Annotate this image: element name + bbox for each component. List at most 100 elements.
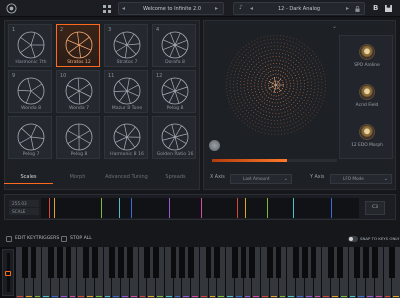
particle-orb[interactable] [222,31,330,139]
fx-knob-1[interactable] [359,44,375,60]
scale-tile-name: Harmonic 7th [15,60,47,65]
black-key[interactable] [56,247,63,278]
pitch-wheel-handle[interactable] [5,271,11,276]
black-key[interactable] [48,247,54,278]
black-key[interactable] [205,247,212,278]
scale-tile[interactable]: 1 Harmonic 7th [8,24,52,67]
prev-arrow-icon[interactable]: ◂ [250,5,253,12]
fx-knob-2[interactable] [359,84,375,100]
scale-tile[interactable]: Golden Ratio 16 [152,116,196,159]
preset-left-label: Welcome to Infinite 2.0 [143,6,201,12]
black-key[interactable] [170,247,177,278]
scale-wheel-icon [65,31,93,59]
tab-spreads[interactable]: Spreads [151,172,200,184]
x-axis-value: Last Amount [243,176,270,181]
edit-keytriggers-checkbox[interactable] [6,236,12,242]
black-key[interactable] [231,247,238,278]
black-key[interactable] [275,247,282,278]
scale-tile[interactable]: 12 Pelog 8 [152,70,196,113]
y-axis-label: Y Axis [310,175,325,180]
scale-tile[interactable]: 3 Stratos 7 [104,24,148,67]
black-key[interactable] [91,247,98,278]
snap-keys-toggle[interactable] [348,236,358,242]
scale-tile[interactable]: 10 Wonda 7 [56,70,100,113]
fx-label-2: Acrid Field [355,103,379,108]
x-axis-select[interactable]: Last Amount ⌄ [230,174,292,184]
scale-tile[interactable]: 9 Wonda 8 [8,70,52,113]
black-key[interactable] [336,247,343,278]
tab-morph[interactable]: Morph [53,172,102,184]
black-key[interactable] [65,247,72,278]
scale-tile[interactable]: Pelog 8 [56,116,100,159]
collapse-chevron-icon[interactable]: ⌄ [332,23,337,30]
black-key[interactable] [214,247,221,278]
fx-knob-3[interactable] [359,124,375,140]
black-key[interactable] [126,247,133,278]
scale-tile-number: 3 [108,27,112,33]
stop-all-checkbox[interactable] [61,236,67,242]
prev-arrow-icon[interactable]: ◂ [122,5,125,12]
black-key[interactable] [30,247,37,278]
black-key[interactable] [363,247,369,278]
lock-icon[interactable] [355,6,360,12]
scale-tile-name: Harmonic 8 16 [110,152,144,157]
scale-tile[interactable]: 2 Stratos 12 [56,24,100,67]
chevron-down-icon: ⌄ [383,176,388,182]
black-key[interactable] [310,247,317,278]
black-key[interactable] [109,247,116,278]
preset-selector-right[interactable]: ♪ ◂ 12 - Dark Analog ▸ [233,2,365,15]
b-icon[interactable]: B [373,4,378,12]
scale-tile[interactable]: 4 Dorafa 8 [152,24,196,67]
spectrum-display[interactable] [41,198,359,218]
black-key[interactable] [153,247,159,278]
black-key[interactable] [328,247,334,278]
preset-selector-left[interactable]: ◂ Welcome to Infinite 2.0 ▸ [118,2,224,15]
scale-tile[interactable]: Pelog 7 [8,116,52,159]
black-key[interactable] [83,247,89,278]
scales-tab-bar: Scales Morph Advanced Tuning Spreads [4,172,200,184]
black-key[interactable] [179,247,186,278]
scale-wheel-icon [17,123,45,151]
scale-tile[interactable]: Harmonic 8 16 [104,116,148,159]
black-key[interactable] [266,247,273,278]
black-key[interactable] [144,247,151,278]
strip-scale-label[interactable]: SCALE [9,208,39,215]
pitch-wheel[interactable] [2,249,14,296]
black-key[interactable] [249,247,256,278]
fx-column: SPO Aroline Acrid Field 12 EDO Morph [339,35,393,159]
fx-label-3: 12 EDO Morph [351,143,383,148]
spectrum-line [237,198,238,218]
scale-tile[interactable]: 11 Mazur 8 Tone [104,70,148,113]
scales-panel: 1 Harmonic 7th 2 Stratos 12 3 Stratos 7 4 Doraf… [4,20,200,190]
next-arrow-icon[interactable]: ▸ [346,5,349,12]
black-key[interactable] [293,247,299,278]
scale-tile-number: 1 [12,27,16,33]
root-note-button[interactable]: C3 [365,201,385,215]
black-key[interactable] [371,247,378,278]
scale-tile-name: Wonda 8 [20,106,42,111]
spectrum-line [331,198,332,218]
orb-level-bar[interactable] [212,159,337,162]
black-key[interactable] [240,247,247,278]
next-arrow-icon[interactable]: ▸ [215,5,218,12]
spectrum-line [245,198,246,218]
spectrum-line [293,198,294,218]
black-key[interactable] [354,247,361,278]
black-key[interactable] [21,247,28,278]
y-axis-select[interactable]: LFO Mode ⌄ [330,174,392,184]
tab-scales[interactable]: Scales [4,172,53,184]
black-key[interactable] [301,247,308,278]
spectrum-line [169,198,170,218]
black-key[interactable] [188,247,194,278]
save-icon[interactable] [385,5,392,12]
tab-advanced-tuning[interactable]: Advanced Tuning [102,172,151,184]
orb-position-knob[interactable] [209,140,220,151]
black-key[interactable] [389,247,396,278]
grid-menu-icon[interactable] [103,5,111,13]
black-key[interactable] [118,247,124,278]
scale-tile-number: 9 [12,73,16,79]
preset-right-label: 12 - Dark Analog [278,6,321,12]
keyboard-controls: EDIT KEYTRIGGERS STOP ALL SNAP TO KEYS O… [0,234,400,245]
scale-wheel-icon [113,123,141,151]
scale-wheel-icon [113,77,141,105]
